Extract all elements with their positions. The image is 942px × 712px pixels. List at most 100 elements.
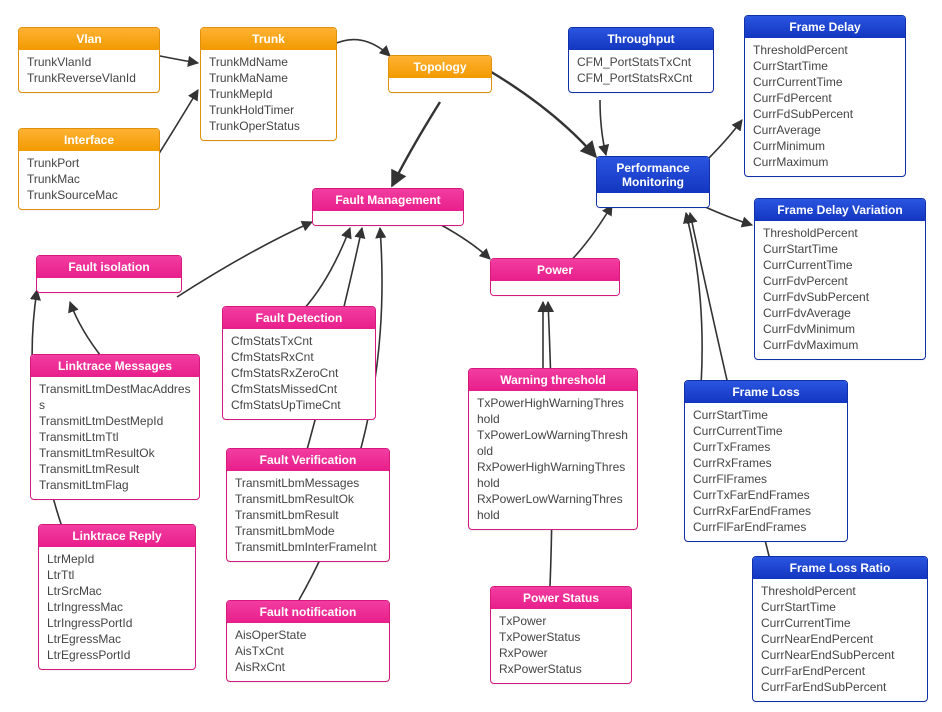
gap [313, 211, 463, 225]
linkmsg-node: Linktrace Messages TransmitLtmDestMacAdd… [30, 354, 200, 500]
vlan-fields: TrunkVlanId TrunkReverseVlanId [19, 50, 159, 92]
field: RxPowerHighWarningThreshold [477, 459, 629, 491]
warnthr-fields: TxPowerHighWarningThreshold TxPowerLowWa… [469, 391, 637, 529]
faultver-node: Fault Verification TransmitLbmMessages T… [226, 448, 390, 562]
field: TrunkMdName [209, 54, 328, 70]
field: CfmStatsRxZeroCnt [231, 365, 367, 381]
field: CurrMaximum [753, 154, 897, 170]
faultver-title: Fault Verification [227, 449, 389, 471]
powerstat-node: Power Status TxPower TxPowerStatus RxPow… [490, 586, 632, 684]
field: TrunkPort [27, 155, 151, 171]
warnthr-title: Warning threshold [469, 369, 637, 391]
field: CurrFdvPercent [763, 273, 917, 289]
frameloss-fields: CurrStartTime CurrCurrentTime CurrTxFram… [685, 403, 847, 541]
field: LtrIngressPortId [47, 615, 187, 631]
field: AisTxCnt [235, 643, 381, 659]
flr-title: Frame Loss Ratio [753, 557, 927, 579]
field: CfmStatsRxCnt [231, 349, 367, 365]
field: ThresholdPercent [761, 583, 919, 599]
throughput-fields: CFM_PortStatsTxCnt CFM_PortStatsRxCnt [569, 50, 713, 92]
field: TransmitLbmResult [235, 507, 381, 523]
field: CurrFdvMinimum [763, 321, 917, 337]
field: TransmitLtmFlag [39, 477, 191, 493]
field: CurrTxFarEndFrames [693, 487, 839, 503]
field: CurrFlFarEndFrames [693, 519, 839, 535]
field: TrunkMepId [209, 86, 328, 102]
field: TransmitLtmDestMepId [39, 413, 191, 429]
field: ThresholdPercent [763, 225, 917, 241]
throughput-node: Throughput CFM_PortStatsTxCnt CFM_PortSt… [568, 27, 714, 93]
vlan-title: Vlan [19, 28, 159, 50]
gap [389, 78, 491, 92]
powerstat-title: Power Status [491, 587, 631, 609]
topology-title: Topology [389, 56, 491, 78]
field: TxPowerHighWarningThreshold [477, 395, 629, 427]
field: CurrNearEndSubPercent [761, 647, 919, 663]
field: CurrRxFrames [693, 455, 839, 471]
powerstat-fields: TxPower TxPowerStatus RxPower RxPowerSta… [491, 609, 631, 683]
faultdet-node: Fault Detection CfmStatsTxCnt CfmStatsRx… [222, 306, 376, 420]
field: CurrFlFrames [693, 471, 839, 487]
field: TrunkSourceMac [27, 187, 151, 203]
field: CurrRxFarEndFrames [693, 503, 839, 519]
warnthr-node: Warning threshold TxPowerHighWarningThre… [468, 368, 638, 530]
frameloss-title: Frame Loss [685, 381, 847, 403]
field: CurrFdvMaximum [763, 337, 917, 353]
flr-fields: ThresholdPercent CurrStartTime CurrCurre… [753, 579, 927, 701]
faultdet-title: Fault Detection [223, 307, 375, 329]
field: TrunkOperStatus [209, 118, 328, 134]
gap [491, 281, 619, 295]
field: TrunkVlanId [27, 54, 151, 70]
field: CurrStartTime [763, 241, 917, 257]
field: CurrCurrentTime [763, 257, 917, 273]
field: CfmStatsMissedCnt [231, 381, 367, 397]
field: CFM_PortStatsRxCnt [577, 70, 705, 86]
field: TrunkReverseVlanId [27, 70, 151, 86]
field: TxPower [499, 613, 623, 629]
field: LtrIngressMac [47, 599, 187, 615]
linkmsg-title: Linktrace Messages [31, 355, 199, 377]
faultnot-fields: AisOperState AisTxCnt AisRxCnt [227, 623, 389, 681]
trunk-title: Trunk [201, 28, 336, 50]
field: LtrEgressPortId [47, 647, 187, 663]
topology-node: Topology [388, 55, 492, 93]
field: TransmitLtmResultOk [39, 445, 191, 461]
field: AisOperState [235, 627, 381, 643]
field: TransmitLbmMessages [235, 475, 381, 491]
perfmon-title: Performance Monitoring [597, 157, 709, 193]
field: TrunkMaName [209, 70, 328, 86]
perfmon-node: Performance Monitoring [596, 156, 710, 208]
faultiso-title: Fault isolation [37, 256, 181, 278]
trunk-fields: TrunkMdName TrunkMaName TrunkMepId Trunk… [201, 50, 336, 140]
field: CurrNearEndPercent [761, 631, 919, 647]
frameloss-node: Frame Loss CurrStartTime CurrCurrentTime… [684, 380, 848, 542]
field: CurrStartTime [753, 58, 897, 74]
field: TrunkMac [27, 171, 151, 187]
field: CurrFdvAverage [763, 305, 917, 321]
faultnot-title: Fault notification [227, 601, 389, 623]
faultmgmt-node: Fault Management [312, 188, 464, 226]
field: AisRxCnt [235, 659, 381, 675]
fdv-title: Frame Delay Variation [755, 199, 925, 221]
field: CfmStatsUpTimeCnt [231, 397, 367, 413]
field: TransmitLtmTtl [39, 429, 191, 445]
linkreply-node: Linktrace Reply LtrMepId LtrTtl LtrSrcMa… [38, 524, 196, 670]
field: TransmitLbmInterFrameInt [235, 539, 381, 555]
field: RxPowerLowWarningThreshold [477, 491, 629, 523]
field: TrunkHoldTimer [209, 102, 328, 118]
field: CurrStartTime [761, 599, 919, 615]
interface-title: Interface [19, 129, 159, 151]
field: RxPowerStatus [499, 661, 623, 677]
field: RxPower [499, 645, 623, 661]
linkreply-fields: LtrMepId LtrTtl LtrSrcMac LtrIngressMac … [39, 547, 195, 669]
faultnot-node: Fault notification AisOperState AisTxCnt… [226, 600, 390, 682]
gap [597, 193, 709, 207]
field: TxPowerLowWarningThreshold [477, 427, 629, 459]
linkmsg-fields: TransmitLtmDestMacAddress TransmitLtmDes… [31, 377, 199, 499]
field: LtrEgressMac [47, 631, 187, 647]
faultver-fields: TransmitLbmMessages TransmitLbmResultOk … [227, 471, 389, 561]
field: CfmStatsTxCnt [231, 333, 367, 349]
field: CurrFarEndSubPercent [761, 679, 919, 695]
field: CFM_PortStatsTxCnt [577, 54, 705, 70]
field: TransmitLbmResultOk [235, 491, 381, 507]
